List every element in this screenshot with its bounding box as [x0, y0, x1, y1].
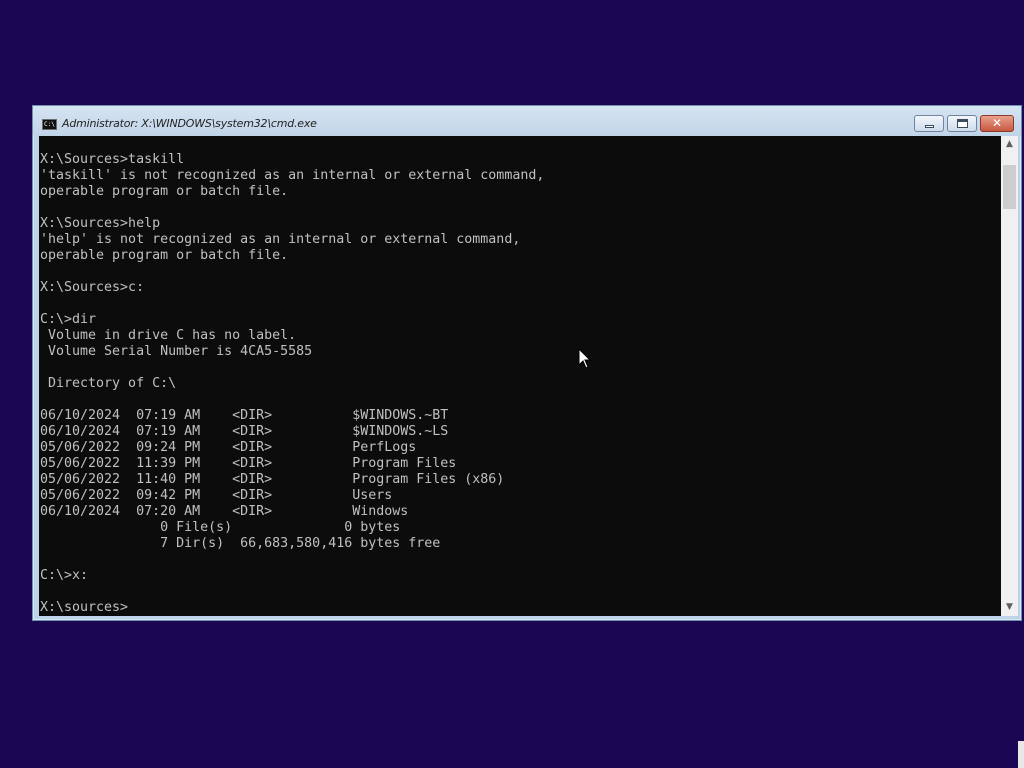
console-line: C:\>x: — [40, 568, 89, 583]
console-line: 'taskill' is not recognized as an intern… — [40, 168, 545, 183]
title-bar[interactable]: C:\ Administrator: X:\WINDOWS\system32\c… — [33, 106, 1021, 135]
console-line: 7 Dir(s) 66,683,580,416 bytes free — [40, 536, 441, 551]
cmd-window: C:\ Administrator: X:\WINDOWS\system32\c… — [32, 105, 1022, 621]
console-line: operable program or batch file. — [40, 248, 289, 263]
console-line: 05/06/2022 09:24 PM <DIR> PerfLogs — [40, 440, 417, 455]
console-output[interactable]: X:\Sources>taskill 'taskill' is not reco… — [39, 136, 1001, 616]
minimize-icon — [925, 125, 934, 128]
console-line: Volume Serial Number is 4CA5-5585 — [40, 344, 313, 359]
console-line: operable program or batch file. — [40, 184, 289, 199]
scroll-thumb[interactable] — [1003, 165, 1016, 209]
console-line: Volume in drive C has no label. — [40, 328, 297, 343]
vertical-scrollbar[interactable]: ▲ ▼ — [1001, 136, 1018, 616]
console-line: 0 File(s) 0 bytes — [40, 520, 401, 535]
cmd-icon[interactable]: C:\ — [42, 119, 57, 130]
minimize-button[interactable] — [914, 115, 944, 132]
window-title: Administrator: X:\WINDOWS\system32\cmd.e… — [62, 117, 317, 130]
scroll-down-arrow-icon[interactable]: ▼ — [1001, 599, 1018, 616]
console-line: X:\Sources>help — [40, 216, 161, 231]
console-line: 05/06/2022 11:40 PM <DIR> Program Files … — [40, 472, 505, 487]
corner-window-edge — [1018, 741, 1024, 768]
console-line: 06/10/2024 07:20 AM <DIR> Windows — [40, 504, 409, 519]
console-text[interactable]: X:\Sources>taskill 'taskill' is not reco… — [40, 152, 544, 616]
console-line: 'help' is not recognized as an internal … — [40, 232, 521, 247]
desktop-background: C:\ Administrator: X:\WINDOWS\system32\c… — [0, 0, 1024, 768]
console-line: 05/06/2022 11:39 PM <DIR> Program Files — [40, 456, 457, 471]
console-line: 06/10/2024 07:19 AM <DIR> $WINDOWS.~BT — [40, 408, 449, 423]
maximize-button[interactable] — [947, 115, 977, 132]
mouse-cursor-icon — [578, 348, 592, 369]
console-line: C:\>dir — [40, 312, 97, 327]
console-line: Directory of C:\ — [40, 376, 177, 391]
console-line: 06/10/2024 07:19 AM <DIR> $WINDOWS.~LS — [40, 424, 449, 439]
console-line: X:\sources> — [40, 600, 129, 615]
console-line: X:\Sources>taskill — [40, 152, 185, 167]
console-line: 05/06/2022 09:42 PM <DIR> Users — [40, 488, 393, 503]
close-button[interactable]: ✕ — [980, 115, 1014, 132]
console-line: X:\Sources>c: — [40, 280, 145, 295]
scroll-up-arrow-icon[interactable]: ▲ — [1001, 136, 1018, 153]
close-icon: ✕ — [991, 116, 1003, 130]
maximize-icon — [957, 119, 968, 128]
